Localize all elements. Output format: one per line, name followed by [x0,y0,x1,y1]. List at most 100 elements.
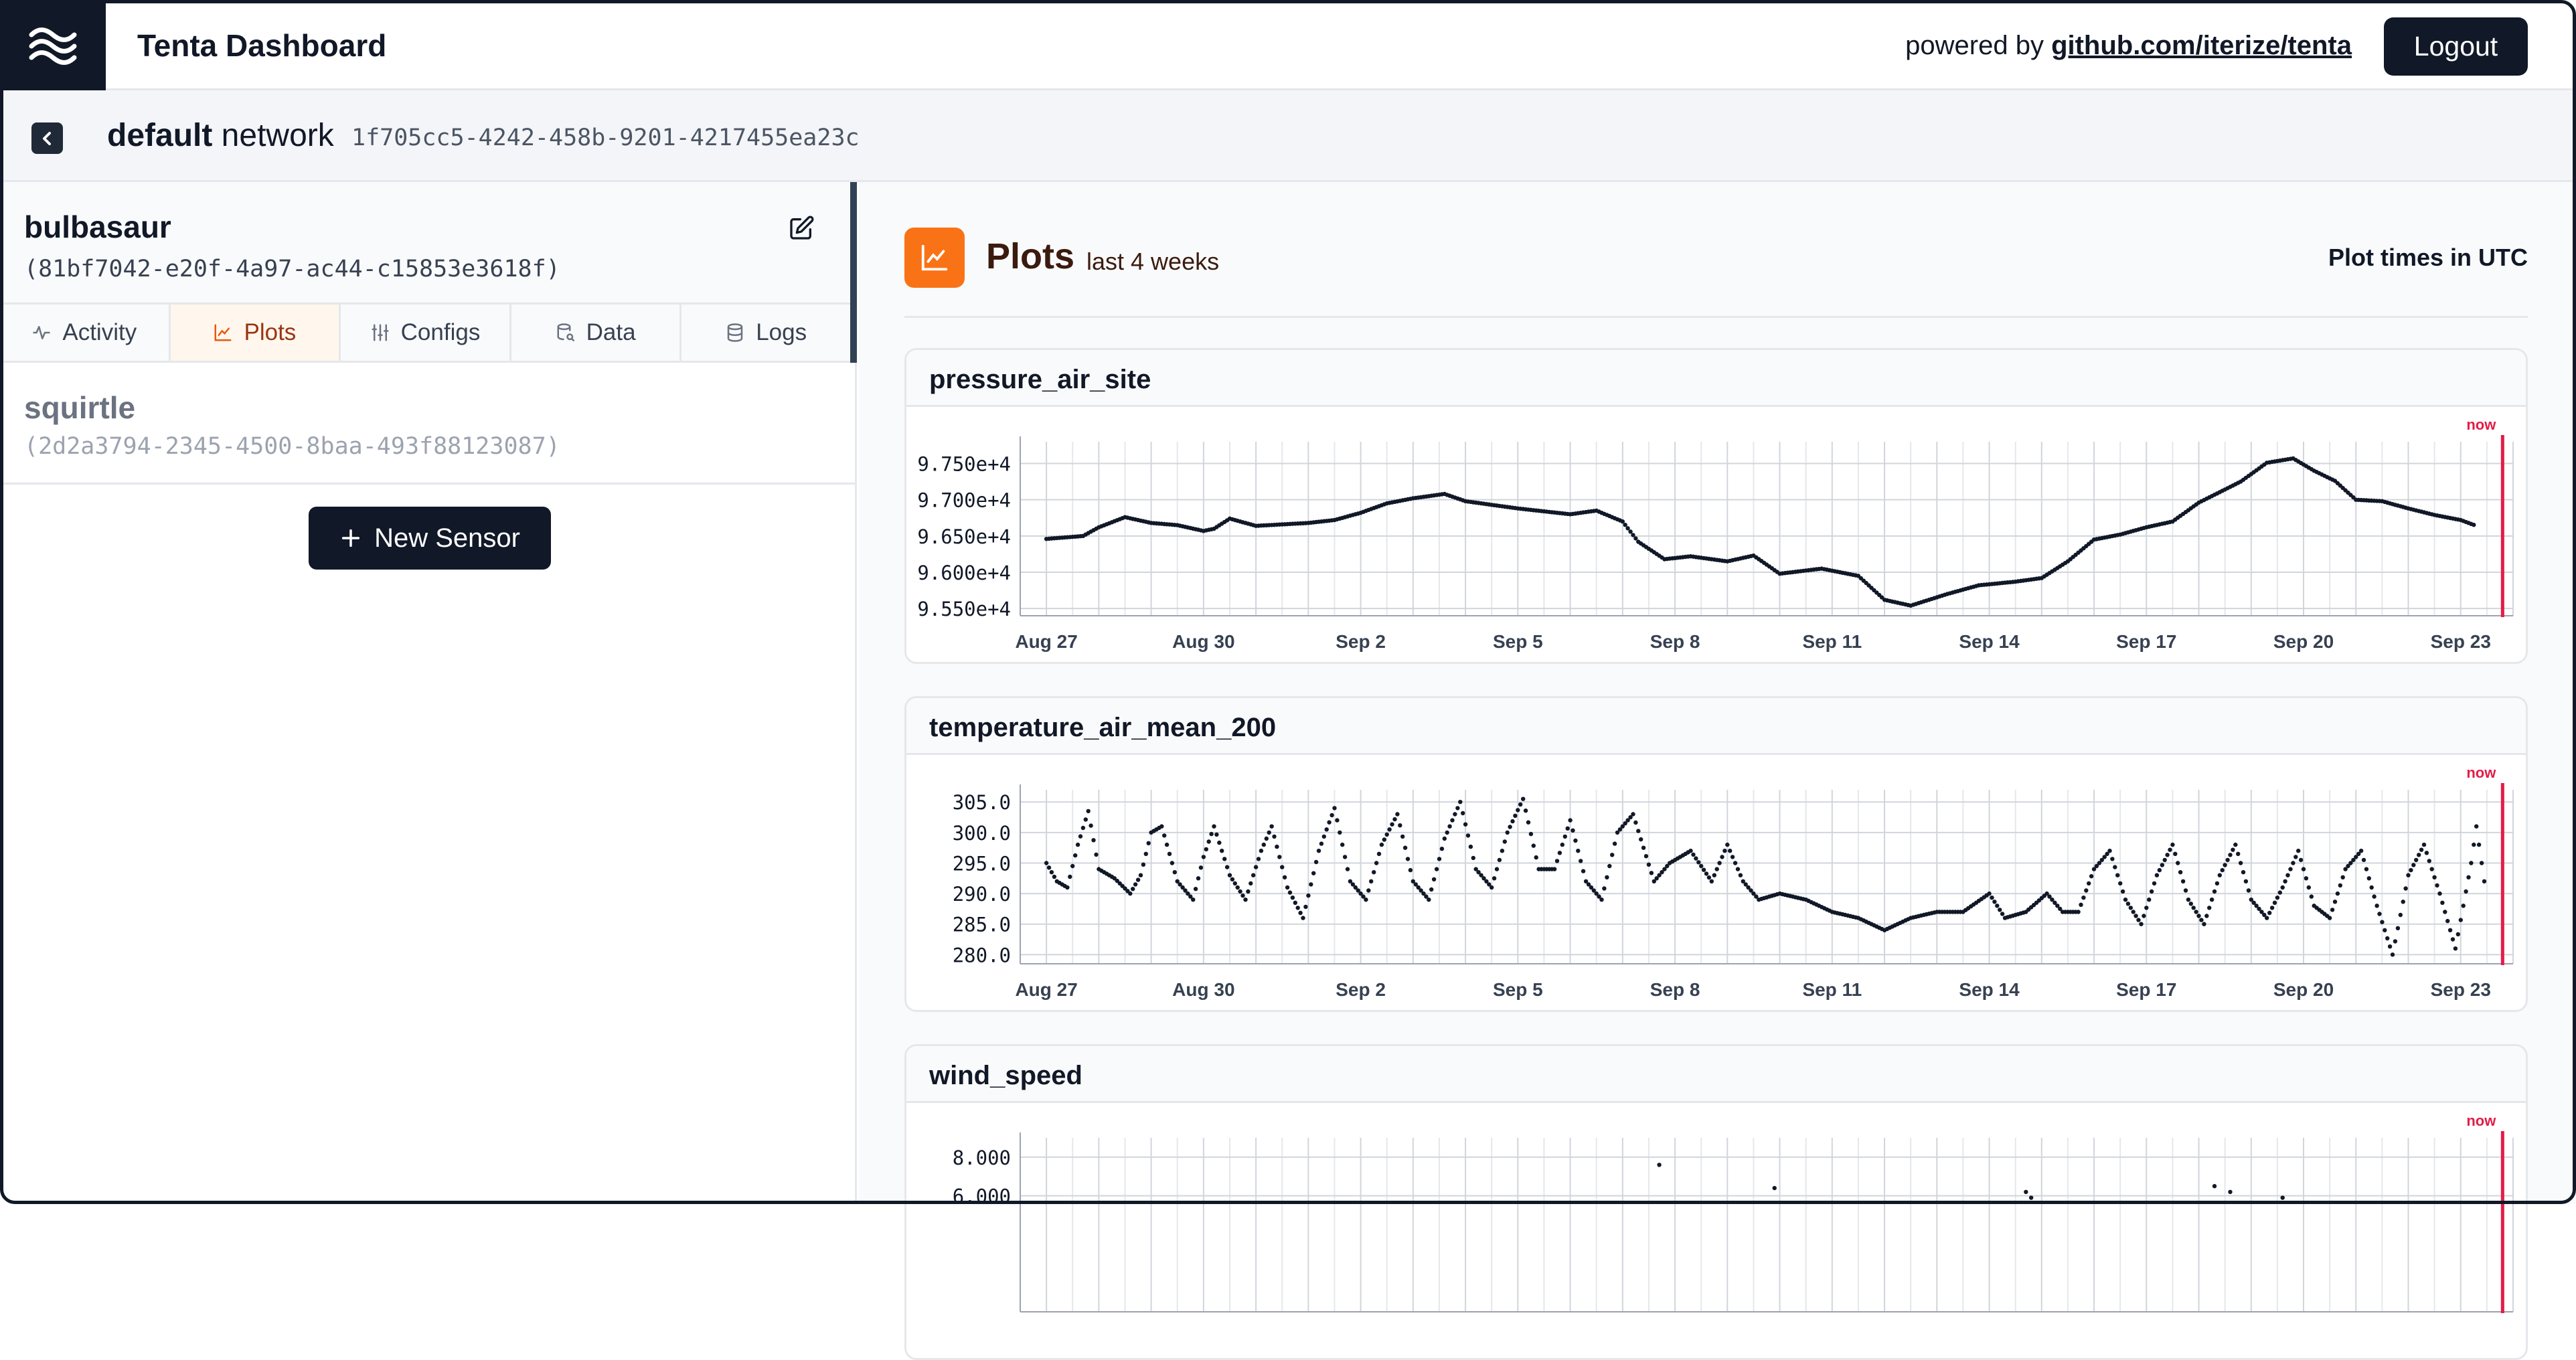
data-point [2149,889,2154,894]
data-point [1450,818,1455,823]
data-point [1309,882,1313,887]
data-point [1251,873,1256,877]
data-point [1089,823,1093,828]
data-point [2435,883,2439,888]
logout-button[interactable]: Logout [2384,17,2528,76]
data-point [1633,820,1638,825]
data-point [2243,879,2249,883]
data-point [1212,824,1216,829]
data-point [1083,817,1088,822]
data-point [2429,867,2434,871]
wind-speed-chart[interactable]: 8.000 6.000 now [906,1103,2526,1360]
github-link[interactable]: github.com/iterize/tenta [2051,31,2352,60]
new-sensor-button[interactable]: New Sensor [309,507,551,570]
data-point [2427,859,2431,863]
data-point [2173,851,2178,856]
data-point [2207,906,2212,910]
edit-sensor-button[interactable] [782,209,821,248]
data-point [1135,877,1141,882]
data-point [1657,1163,1662,1167]
data-point [2293,855,2298,859]
data-point [2265,916,2269,920]
data-point [2361,857,2366,863]
network-bar: default network 1f705cc5-4242-458b-9201-… [0,90,2576,182]
data-point [2134,914,2138,918]
data-point [1502,839,1507,844]
data-point [1490,885,1494,890]
data-point [2000,912,2005,916]
app-logo[interactable] [0,0,106,90]
tab-label: Logs [756,319,807,345]
data-point [2267,910,2272,916]
data-point [2209,898,2215,902]
plots-subtitle: last 4 weeks [1086,248,1220,275]
data-point [1267,830,1271,835]
data-point [1728,849,1733,853]
now-label: now [2466,416,2496,433]
data-point [1405,857,1411,861]
data-point [1068,874,1072,879]
tab-activity[interactable]: Activity [0,305,171,361]
tab-logs[interactable]: Logs [681,305,850,361]
y-tick-label: 9.550e+4 [917,598,1011,620]
data-point [1172,870,1177,875]
data-point [1240,893,1245,898]
waves-icon [29,27,77,65]
tab-configs[interactable]: Configs [341,305,511,361]
data-point [2241,870,2246,875]
y-tick-label: 280.0 [953,944,1011,966]
data-point [1492,876,1497,881]
data-point [1094,852,1099,857]
sensor-name: bulbasaur [24,209,171,244]
x-tick-label: Sep 20 [2273,979,2334,1000]
data-point [1246,889,1251,894]
data-point [1639,837,1643,842]
data-point [2461,904,2466,908]
y-tick-label: 290.0 [953,883,1011,906]
x-tick-label: Sep 5 [1493,631,1543,652]
data-point [1073,853,1078,858]
data-point [2309,894,2314,899]
data-point [2196,914,2201,918]
tab-data[interactable]: Data [511,305,682,361]
now-label: now [2466,764,2496,781]
data-point [1321,834,1326,839]
data-point [1364,898,1368,902]
data-point [1447,824,1452,829]
tab-plots[interactable]: Plots [170,305,341,361]
data-point [1075,842,1080,847]
data-point [1167,851,1172,856]
data-point [1238,889,1242,894]
data-point [1508,825,1512,829]
temperature-chart[interactable]: 305.0 300.0 295.0 290.0 285.0 280.0Aug 27 Aug … [906,755,2526,1012]
data-point [1209,831,1214,837]
data-point [1086,809,1091,814]
data-point [1217,840,1222,845]
data-point [1369,879,1374,883]
data-point [1232,881,1237,886]
data-point [1442,836,1447,841]
edit-icon [790,216,814,240]
data-point [1214,832,1219,837]
data-point [1408,867,1413,873]
data-point [2223,863,2227,867]
network-title: default network [107,114,334,157]
data-point [2296,849,2301,853]
data-point [2178,870,2183,875]
data-point [2306,885,2311,890]
data-point [1733,861,1738,865]
data-point [1138,873,1143,877]
data-point [2202,922,2206,926]
data-point [2406,873,2411,877]
data-point [2272,900,2277,905]
data-point [2115,873,2120,877]
sensor-item-bulbasaur[interactable]: bulbasaur (81bf7042-e20f-4a97-ac44-c1585… [0,182,857,363]
data-point [2191,906,2196,910]
data-point [2398,912,2403,918]
data-point [1534,855,1538,860]
sensor-item-squirtle[interactable]: squirtle (2d2a3794-2345-4500-8baa-493f88… [0,363,855,485]
data-point [1162,833,1167,838]
data-point [2464,889,2468,894]
back-button[interactable] [31,122,63,154]
pressure-chart[interactable]: 9.750e+4 9.700e+4 9.650e+4 9.600e+4 9.550e+4… [906,407,2526,664]
